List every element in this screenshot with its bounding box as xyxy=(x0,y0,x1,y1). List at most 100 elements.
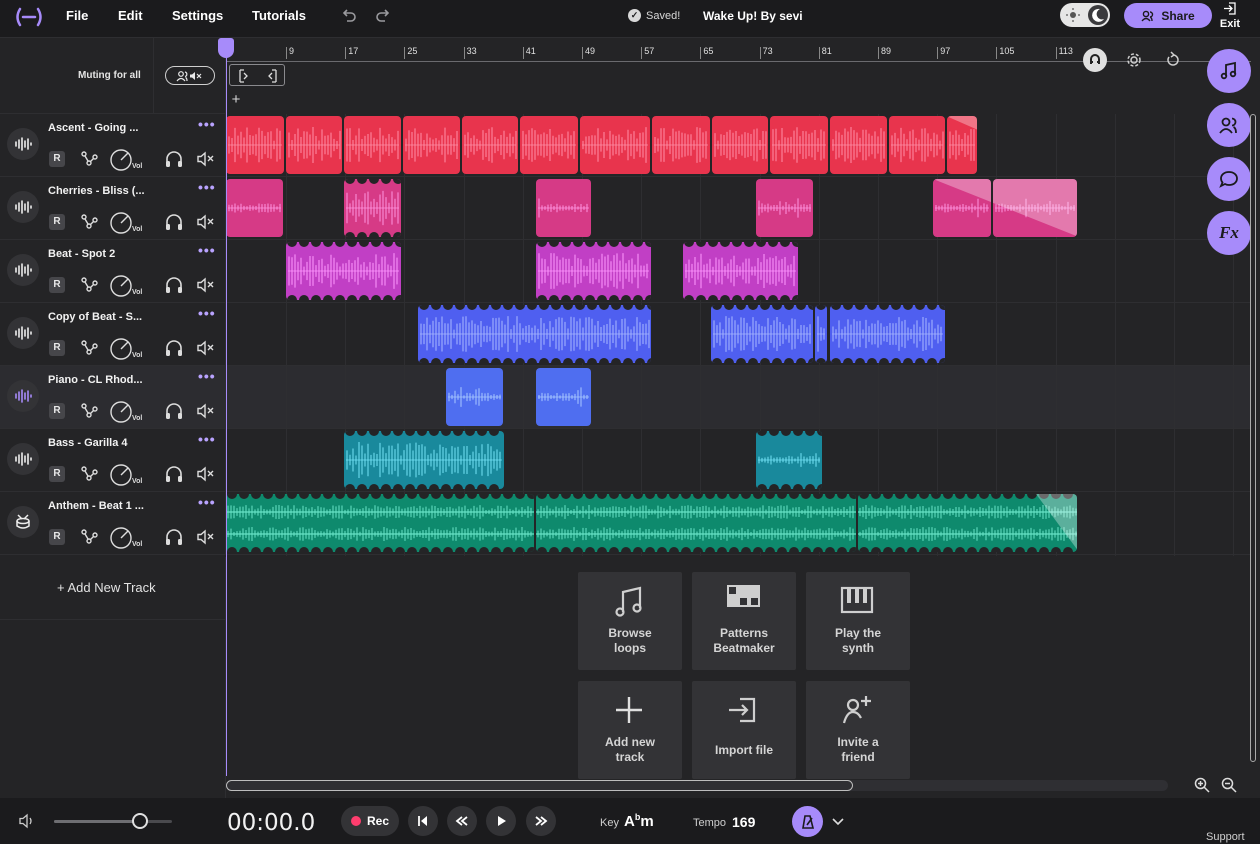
audio-clip[interactable] xyxy=(889,116,945,174)
project-title[interactable]: Wake Up! By sevi xyxy=(703,9,803,23)
track-header[interactable]: Bass - Garilla 4 ••• R Vol xyxy=(0,429,226,492)
quick-action-import-button[interactable]: Import file xyxy=(692,681,796,779)
chevron-down-icon[interactable] xyxy=(830,814,846,828)
chat-button[interactable] xyxy=(1207,157,1251,201)
audio-clip[interactable] xyxy=(815,305,827,363)
audio-clip[interactable] xyxy=(446,368,503,426)
automation-icon[interactable] xyxy=(78,463,100,485)
headphones-icon[interactable] xyxy=(163,148,185,170)
horizontal-scrollbar-thumb[interactable] xyxy=(226,780,853,791)
mute-icon[interactable] xyxy=(195,400,217,422)
volume-knob-icon[interactable] xyxy=(109,148,133,172)
quick-action-piano-keys-button[interactable]: Play the synth xyxy=(806,572,910,670)
quick-action-plus-button[interactable]: Add new track xyxy=(578,681,682,779)
snap-icon[interactable] xyxy=(1083,48,1107,72)
vertical-scrollbar[interactable] xyxy=(1250,114,1256,762)
audio-clip[interactable] xyxy=(830,305,945,363)
track-instrument-button[interactable] xyxy=(7,128,39,160)
mute-icon[interactable] xyxy=(195,337,217,359)
redo-icon[interactable] xyxy=(373,6,393,26)
audio-clip[interactable] xyxy=(933,179,991,237)
skip-to-start-button[interactable] xyxy=(408,806,438,836)
volume-knob-icon[interactable] xyxy=(109,526,133,550)
record-button[interactable]: Rec xyxy=(341,806,399,836)
loop-region-button[interactable] xyxy=(229,64,285,86)
add-new-track-button[interactable]: + Add New Track xyxy=(0,557,226,620)
more-options-icon[interactable]: ••• xyxy=(198,494,216,510)
arrangement-grid[interactable] xyxy=(226,114,1251,556)
mute-all-button[interactable] xyxy=(165,66,215,85)
metronome-button[interactable] xyxy=(792,806,823,837)
volume-knob-icon[interactable] xyxy=(109,274,133,298)
fx-button[interactable]: Fx xyxy=(1207,211,1251,255)
headphones-icon[interactable] xyxy=(163,463,185,485)
audio-clip[interactable] xyxy=(536,368,591,426)
fast-forward-button[interactable] xyxy=(526,806,556,836)
volume-knob-icon[interactable] xyxy=(109,400,133,424)
audio-clip[interactable] xyxy=(286,116,342,174)
audio-clip[interactable] xyxy=(993,179,1077,237)
collaborators-button[interactable] xyxy=(1207,103,1251,147)
track-header[interactable]: Beat - Spot 2 ••• R Vol xyxy=(0,240,226,303)
track-lane[interactable] xyxy=(226,366,1251,429)
audio-clip[interactable] xyxy=(226,116,284,174)
key-value[interactable]: Abm xyxy=(624,812,654,830)
audio-clip[interactable] xyxy=(536,179,591,237)
exit-button[interactable]: Exit xyxy=(1217,2,1243,30)
audio-clip[interactable] xyxy=(536,494,856,552)
audio-clip[interactable] xyxy=(652,116,710,174)
track-name[interactable]: Beat - Spot 2 xyxy=(48,248,115,260)
volume-knob-icon[interactable] xyxy=(109,211,133,235)
menu-edit[interactable]: Edit xyxy=(118,0,143,32)
menu-tutorials[interactable]: Tutorials xyxy=(252,0,306,32)
quick-action-music-note-button[interactable]: Browse loops xyxy=(578,572,682,670)
rewind-button[interactable] xyxy=(447,806,477,836)
track-instrument-button[interactable] xyxy=(7,317,39,349)
playhead-handle[interactable] xyxy=(218,38,234,58)
automation-icon[interactable] xyxy=(78,211,100,233)
record-arm-button[interactable]: R xyxy=(49,403,65,419)
track-header[interactable]: Copy of Beat - S... ••• R Vol xyxy=(0,303,226,366)
mute-icon[interactable] xyxy=(195,463,217,485)
menu-file[interactable]: File xyxy=(66,0,88,32)
record-arm-button[interactable]: R xyxy=(49,277,65,293)
zoom-out-icon[interactable] xyxy=(1220,776,1238,794)
track-header[interactable]: Piano - CL Rhod... ••• R Vol xyxy=(0,366,226,429)
track-name[interactable]: Anthem - Beat 1 ... xyxy=(48,500,144,512)
headphones-icon[interactable] xyxy=(163,526,185,548)
automation-icon[interactable] xyxy=(78,400,100,422)
audio-clip[interactable] xyxy=(580,116,650,174)
quick-action-add-user-button[interactable]: Invite a friend xyxy=(806,681,910,779)
track-instrument-button[interactable] xyxy=(7,380,39,412)
horizontal-scrollbar[interactable] xyxy=(226,780,1168,791)
more-options-icon[interactable]: ••• xyxy=(198,116,216,132)
track-header[interactable]: Anthem - Beat 1 ... ••• R Vol xyxy=(0,492,226,555)
mute-icon[interactable] xyxy=(195,526,217,548)
audio-clip[interactable] xyxy=(756,179,813,237)
more-options-icon[interactable]: ••• xyxy=(198,431,216,447)
track-header[interactable]: Cherries - Bliss (... ••• R Vol xyxy=(0,177,226,240)
more-options-icon[interactable]: ••• xyxy=(198,179,216,195)
zoom-in-icon[interactable] xyxy=(1193,776,1211,794)
audio-clip[interactable] xyxy=(520,116,578,174)
speaker-icon[interactable] xyxy=(18,813,36,829)
track-name[interactable]: Cherries - Bliss (... xyxy=(48,185,145,197)
volume-knob[interactable] xyxy=(132,813,149,829)
menu-settings[interactable]: Settings xyxy=(172,0,223,32)
track-instrument-button[interactable] xyxy=(7,191,39,223)
audio-clip[interactable] xyxy=(536,242,651,300)
mute-icon[interactable] xyxy=(195,211,217,233)
track-name[interactable]: Copy of Beat - S... xyxy=(48,311,142,323)
headphones-icon[interactable] xyxy=(163,211,185,233)
track-header[interactable]: Ascent - Going ... ••• R Vol xyxy=(0,114,226,177)
volume-knob-icon[interactable] xyxy=(109,463,133,487)
loop-icon[interactable] xyxy=(1161,48,1185,72)
record-arm-button[interactable]: R xyxy=(49,466,65,482)
headphones-icon[interactable] xyxy=(163,400,185,422)
audio-clip[interactable] xyxy=(683,242,798,300)
audio-clip[interactable] xyxy=(756,431,822,489)
audio-clip[interactable] xyxy=(403,116,460,174)
play-button[interactable] xyxy=(486,806,516,836)
more-options-icon[interactable]: ••• xyxy=(198,368,216,384)
audio-clip[interactable] xyxy=(712,116,768,174)
